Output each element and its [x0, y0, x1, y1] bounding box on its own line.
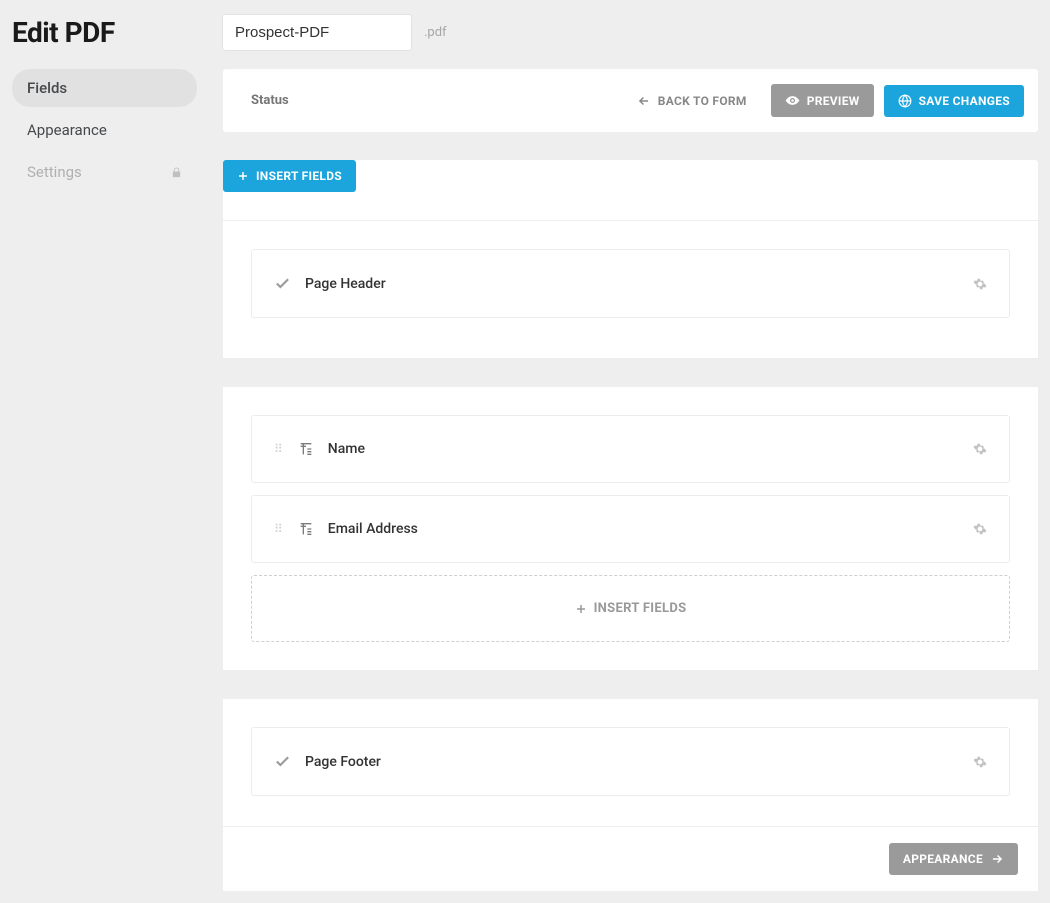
lock-icon	[171, 166, 182, 179]
page-header-card[interactable]: Page Header	[251, 249, 1010, 318]
check-icon	[274, 753, 291, 770]
status-label: Status	[251, 93, 613, 108]
drag-handle-icon[interactable]: ⠿	[274, 522, 284, 536]
gear-icon[interactable]	[973, 522, 987, 536]
status-bar: Status BACK TO FORM PREVIEW SAVE CHANGES	[223, 69, 1038, 132]
gear-icon[interactable]	[973, 755, 987, 769]
appearance-next-button[interactable]: APPEARANCE	[889, 843, 1018, 875]
drag-handle-icon[interactable]: ⠿	[274, 442, 284, 456]
arrow-right-icon	[990, 852, 1004, 866]
insert-fields-zone[interactable]: INSERT FIELDS	[251, 575, 1010, 642]
card-label: Page Header	[305, 276, 386, 292]
page-footer-card[interactable]: Page Footer	[251, 727, 1010, 796]
card-label: Email Address	[328, 521, 418, 537]
arrow-left-icon	[637, 94, 651, 108]
sidebar-item-settings: Settings	[12, 153, 197, 191]
plus-icon	[237, 170, 249, 182]
globe-icon	[898, 94, 912, 108]
insert-fields-button[interactable]: INSERT FIELDS	[223, 160, 356, 192]
text-field-icon	[298, 441, 314, 457]
fields-panel: INSERT FIELDS Page Header ⠿	[223, 160, 1038, 891]
back-to-form-button[interactable]: BACK TO FORM	[623, 85, 761, 117]
gear-icon[interactable]	[973, 277, 987, 291]
save-changes-button[interactable]: SAVE CHANGES	[884, 85, 1024, 117]
card-label: Name	[328, 441, 365, 457]
sidebar-item-label: Fields	[27, 79, 67, 97]
eye-icon	[785, 93, 800, 108]
sidebar-item-appearance[interactable]: Appearance	[12, 111, 197, 149]
card-label: Page Footer	[305, 754, 381, 770]
check-icon	[274, 275, 291, 292]
main-content: Status BACK TO FORM PREVIEW SAVE CHANGES	[223, 69, 1038, 891]
field-card-email[interactable]: ⠿ Email Address	[251, 495, 1010, 563]
filename-input[interactable]	[222, 14, 412, 51]
sidebar: Fields Appearance Settings	[12, 69, 197, 891]
sidebar-item-fields[interactable]: Fields	[12, 69, 197, 107]
sidebar-item-label: Appearance	[27, 121, 107, 139]
text-field-icon	[298, 521, 314, 537]
gear-icon[interactable]	[973, 442, 987, 456]
sidebar-item-label: Settings	[27, 163, 82, 181]
plus-icon	[575, 603, 587, 615]
field-card-name[interactable]: ⠿ Name	[251, 415, 1010, 483]
file-extension: .pdf	[424, 25, 447, 40]
preview-button[interactable]: PREVIEW	[771, 84, 874, 117]
page-title: Edit PDF	[12, 16, 222, 49]
